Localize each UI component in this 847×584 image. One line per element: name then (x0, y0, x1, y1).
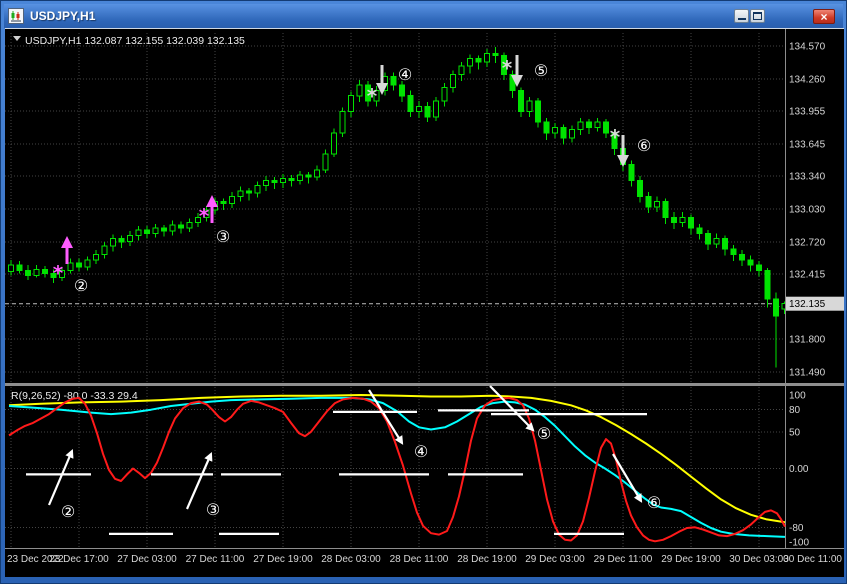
minimize-icon (737, 18, 746, 20)
svg-text:30 Dec 11:00: 30 Dec 11:00 (783, 554, 842, 565)
svg-text:-100: -100 (789, 538, 809, 549)
chart-header: USDJPY,H1 132.087 132.155 132.039 132.13… (13, 35, 245, 47)
svg-text:133.340: 133.340 (789, 172, 826, 183)
price-chart-canvas[interactable]: USDJPY,H1 132.087 132.155 132.039 132.13… (5, 29, 844, 577)
svg-text:28 Dec 19:00: 28 Dec 19:00 (457, 554, 517, 565)
signal-number-label: ③ (216, 227, 230, 246)
signal-number-label: ② (61, 502, 75, 521)
chart-icon (8, 8, 24, 24)
svg-text:133.030: 133.030 (789, 205, 826, 216)
svg-text:23 Dec 17:00: 23 Dec 17:00 (49, 554, 109, 565)
signal-star: * (502, 56, 513, 80)
signal-number-label: ④ (414, 442, 428, 461)
svg-text:28 Dec 03:00: 28 Dec 03:00 (321, 554, 381, 565)
signal-star: * (610, 125, 621, 149)
restore-icon (753, 12, 762, 20)
signal-number-label: ⑥ (637, 136, 651, 155)
svg-text:30 Dec 03:00: 30 Dec 03:00 (729, 554, 789, 565)
svg-text:80: 80 (789, 405, 801, 416)
restore-button[interactable] (750, 9, 765, 23)
mt4-chart-window: USDJPY,H1 × USDJPY,H1 132.087 132.155 13… (0, 0, 847, 584)
svg-text:-80: -80 (789, 523, 804, 534)
signal-number-label: ② (74, 276, 88, 295)
svg-text:133.955: 133.955 (789, 107, 826, 118)
window-title: USDJPY,H1 (30, 9, 96, 23)
signal-star: * (367, 84, 378, 108)
window-titlebar[interactable]: USDJPY,H1 × (4, 4, 843, 28)
svg-text:134.260: 134.260 (789, 74, 826, 85)
svg-text:27 Dec 19:00: 27 Dec 19:00 (253, 554, 313, 565)
svg-text:29 Dec 11:00: 29 Dec 11:00 (594, 554, 653, 565)
svg-text:132.135: 132.135 (789, 299, 826, 310)
svg-text:27 Dec 11:00: 27 Dec 11:00 (186, 554, 245, 565)
signal-number-label: ⑥ (647, 493, 661, 512)
signal-star: * (53, 261, 64, 285)
indicator-label: R(9,26,52) -80.0 -33.3 29.4 (11, 390, 138, 402)
svg-text:132.415: 132.415 (789, 270, 826, 281)
svg-text:133.645: 133.645 (789, 139, 826, 150)
svg-text:28 Dec 11:00: 28 Dec 11:00 (390, 554, 449, 565)
svg-text:USDJPY,H1 132.087 132.155 132.: USDJPY,H1 132.087 132.155 132.039 132.13… (25, 35, 245, 47)
svg-text:50: 50 (789, 427, 801, 438)
signal-number-label: ③ (206, 500, 220, 519)
svg-text:29 Dec 19:00: 29 Dec 19:00 (661, 554, 721, 565)
svg-text:29 Dec 03:00: 29 Dec 03:00 (525, 554, 585, 565)
signal-number-label: ④ (398, 65, 412, 84)
close-button[interactable]: × (813, 9, 835, 24)
svg-text:100: 100 (789, 391, 806, 402)
signal-star: * (199, 204, 210, 228)
svg-text:0.00: 0.00 (789, 464, 809, 475)
svg-text:131.490: 131.490 (789, 367, 826, 378)
panel-separator[interactable] (5, 383, 844, 386)
signal-number-label: ⑤ (534, 61, 548, 80)
time-axis[interactable]: 23 Dec 202223 Dec 17:00 27 Dec 03:00 27 De… (7, 554, 842, 565)
chart-area[interactable]: USDJPY,H1 132.087 132.155 132.039 132.13… (5, 28, 844, 577)
minimize-button[interactable] (734, 9, 749, 23)
svg-text:134.570: 134.570 (789, 42, 826, 53)
svg-text:27 Dec 03:00: 27 Dec 03:00 (117, 554, 177, 565)
svg-text:132.720: 132.720 (789, 237, 826, 248)
svg-text:131.800: 131.800 (789, 335, 826, 346)
signal-number-label: ⑤ (537, 424, 551, 443)
